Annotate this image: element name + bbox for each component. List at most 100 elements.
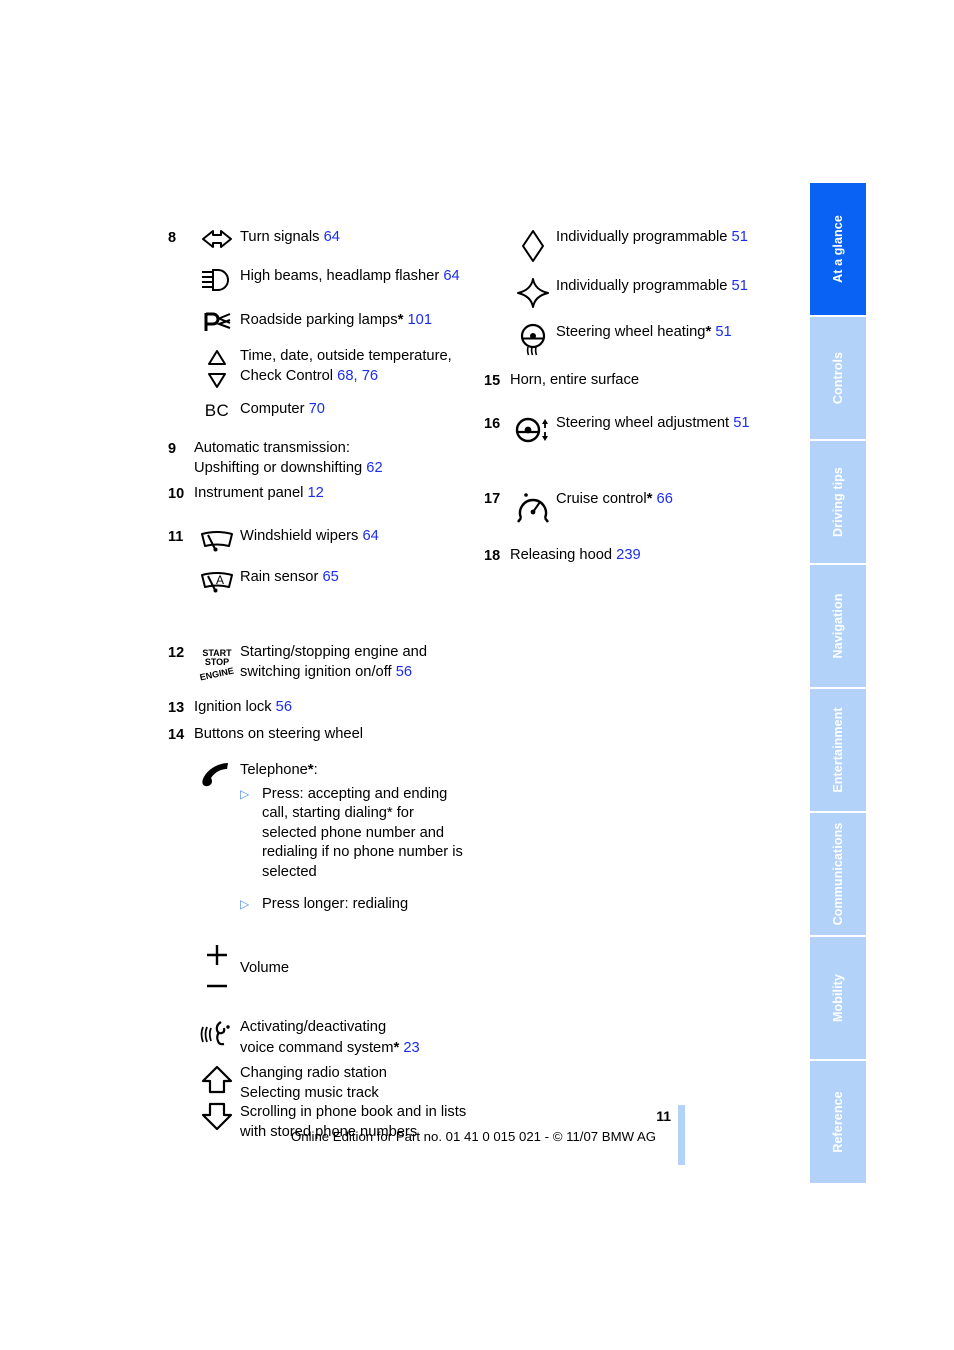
legend-item-14: 14 Buttons on steering wheel	[168, 725, 488, 746]
bc-label: BC	[204, 401, 230, 421]
bullet-line: call, starting dialing* for	[262, 805, 414, 822]
sidebar-tab-controls[interactable]: Controls	[810, 317, 866, 439]
page-ref-secondary[interactable]: 76	[362, 368, 378, 384]
page-ref[interactable]: 51	[715, 324, 731, 340]
bullet-triangle-icon: ▷	[240, 897, 250, 912]
page-ref[interactable]: 64	[443, 268, 459, 284]
entry-text: Activating/deactivating voice command sy…	[240, 1018, 420, 1058]
page-ref[interactable]: 66	[657, 491, 673, 507]
legend-entry-steering-wheel-heating: Steering wheel heating* 51	[484, 322, 784, 357]
page-ref-separator: ,	[353, 367, 358, 384]
bullet-text: Press longer: redialing	[262, 896, 409, 913]
entry-label: Turn signals	[240, 229, 320, 245]
entry-label-line2-wrap: Check Control 68, 76	[240, 367, 452, 387]
page-ref[interactable]: 56	[396, 664, 412, 680]
sidebar-tab-reference[interactable]: Reference	[810, 1061, 866, 1183]
bullet-line: selected	[262, 863, 317, 880]
section-tab-rail: At a glance Controls Driving tips Naviga…	[810, 183, 866, 1185]
entry-label-line2-wrap: Upshifting or downshifting 62	[194, 459, 383, 479]
sidebar-tab-label: Controls	[831, 351, 845, 405]
page-ref[interactable]: 239	[616, 547, 641, 563]
left-content-column: 8 Turn signals 64 High beams, headlamp f…	[168, 228, 488, 1142]
sidebar-tab-navigation[interactable]: Navigation	[810, 565, 866, 687]
entry-label-line2: Selecting music track	[240, 1084, 379, 1101]
entry-label-line2: Check Control	[240, 367, 334, 384]
entry-label: Buttons on steering wheel	[194, 726, 364, 743]
page-ref[interactable]: 23	[403, 1040, 419, 1056]
option-star: *	[397, 311, 404, 329]
item-number: 17	[484, 491, 501, 508]
legend-entry-computer: BC Computer 70	[168, 400, 488, 421]
item-number: 9	[168, 441, 177, 458]
legend-entry-high-beams: High beams, headlamp flasher 64	[168, 267, 488, 292]
entry-label: Volume	[240, 959, 289, 976]
entry-label: Rain sensor	[240, 569, 319, 586]
voice-command-icon	[194, 1018, 240, 1049]
svg-text:A: A	[216, 573, 224, 587]
entry-text: Individually programmable 51	[556, 277, 748, 297]
legend-item-15: 15 Horn, entire surface	[484, 371, 784, 392]
high-beams-icon	[194, 267, 240, 292]
sidebar-tab-communications[interactable]: Communications	[810, 813, 866, 935]
page-ref[interactable]: 101	[408, 312, 433, 328]
entry-text: Instrument panel 12	[194, 484, 324, 504]
entry-text: Time, date, outside temperature, Check C…	[240, 347, 452, 386]
star-four-point-icon	[510, 277, 556, 308]
legend-item-13: 13 Ignition lock 56	[168, 698, 488, 719]
legend-item-9: 9 Automatic transmission: Upshifting or …	[168, 439, 488, 478]
entry-text: High beams, headlamp flasher 64	[240, 267, 460, 287]
sidebar-tab-mobility[interactable]: Mobility	[810, 937, 866, 1059]
sidebar-tab-entertainment[interactable]: Entertainment	[810, 689, 866, 811]
page-ref[interactable]: 62	[366, 460, 382, 476]
svg-text:STOP: STOP	[205, 657, 229, 667]
page-ref[interactable]: 56	[276, 699, 292, 715]
page-ref[interactable]: 70	[309, 401, 325, 417]
roadside-parking-lamps-icon	[194, 310, 240, 333]
entry-text: Steering wheel adjustment 51	[556, 414, 750, 434]
page-ref[interactable]: 64	[324, 229, 340, 245]
entry-label: Horn, entire surface	[510, 372, 639, 388]
page-ref[interactable]: 65	[322, 569, 338, 585]
legend-entry-volume: Volume	[168, 941, 488, 996]
sidebar-tab-label: Communications	[831, 822, 845, 926]
page-ref[interactable]: 51	[732, 229, 748, 245]
bullet-text: Press: accepting and ending call, starti…	[262, 785, 463, 883]
page-ref[interactable]: 51	[732, 278, 748, 294]
edition-notice: Online Edition for Part no. 01 41 0 015 …	[291, 1129, 657, 1144]
volume-icons	[194, 941, 240, 996]
sidebar-tab-label: Driving tips	[831, 467, 845, 537]
entry-text: Ignition lock 56	[194, 698, 292, 718]
entry-text: Rain sensor 65	[240, 568, 339, 588]
entry-label-line1: Time, date, outside temperature,	[240, 348, 452, 365]
legend-entry-roadside-parking: Roadside parking lamps* 101	[168, 310, 488, 333]
entry-label-line2-wrap: switching ignition on/off 56	[240, 663, 427, 683]
page-ref[interactable]: 68	[337, 368, 353, 384]
bullet-line: redialing if no phone number is	[262, 844, 463, 861]
arrow-up-icon	[201, 1065, 233, 1094]
entry-label: High beams, headlamp flasher	[240, 268, 440, 285]
windshield-wipers-icon	[194, 527, 240, 554]
page-ref[interactable]: 64	[362, 528, 378, 544]
sidebar-tab-at-a-glance[interactable]: At a glance	[810, 183, 866, 315]
turn-signals-icon	[194, 228, 240, 249]
option-star: *	[705, 323, 712, 340]
page-ref[interactable]: 51	[733, 415, 749, 431]
legend-item-16: 16 Steering wheel adjustment 51	[484, 414, 784, 445]
sidebar-tab-driving-tips[interactable]: Driving tips	[810, 441, 866, 563]
cruise-control-icon	[510, 489, 556, 524]
entry-label-line2: Upshifting or downshifting	[194, 459, 363, 476]
page-ref[interactable]: 12	[308, 485, 324, 501]
item-number: 15	[484, 373, 501, 389]
bullet-line: selected phone number and	[262, 824, 445, 841]
entry-label: Individually programmable	[556, 229, 728, 245]
entry-label-line2: switching ignition on/off	[240, 663, 392, 680]
telephone-bullet-1: ▷ Press: accepting and ending call, star…	[240, 785, 463, 883]
item-number: 10	[168, 486, 185, 503]
option-star: *	[393, 1038, 400, 1056]
entry-label-line1: Changing radio station	[240, 1065, 387, 1082]
entry-label: Windshield wipers	[240, 528, 359, 545]
legend-item-10: 10 Instrument panel 12	[168, 484, 488, 505]
sidebar-tab-label: Reference	[831, 1091, 845, 1153]
entry-text: Cruise control* 66	[556, 489, 673, 510]
colon: :	[313, 762, 318, 779]
